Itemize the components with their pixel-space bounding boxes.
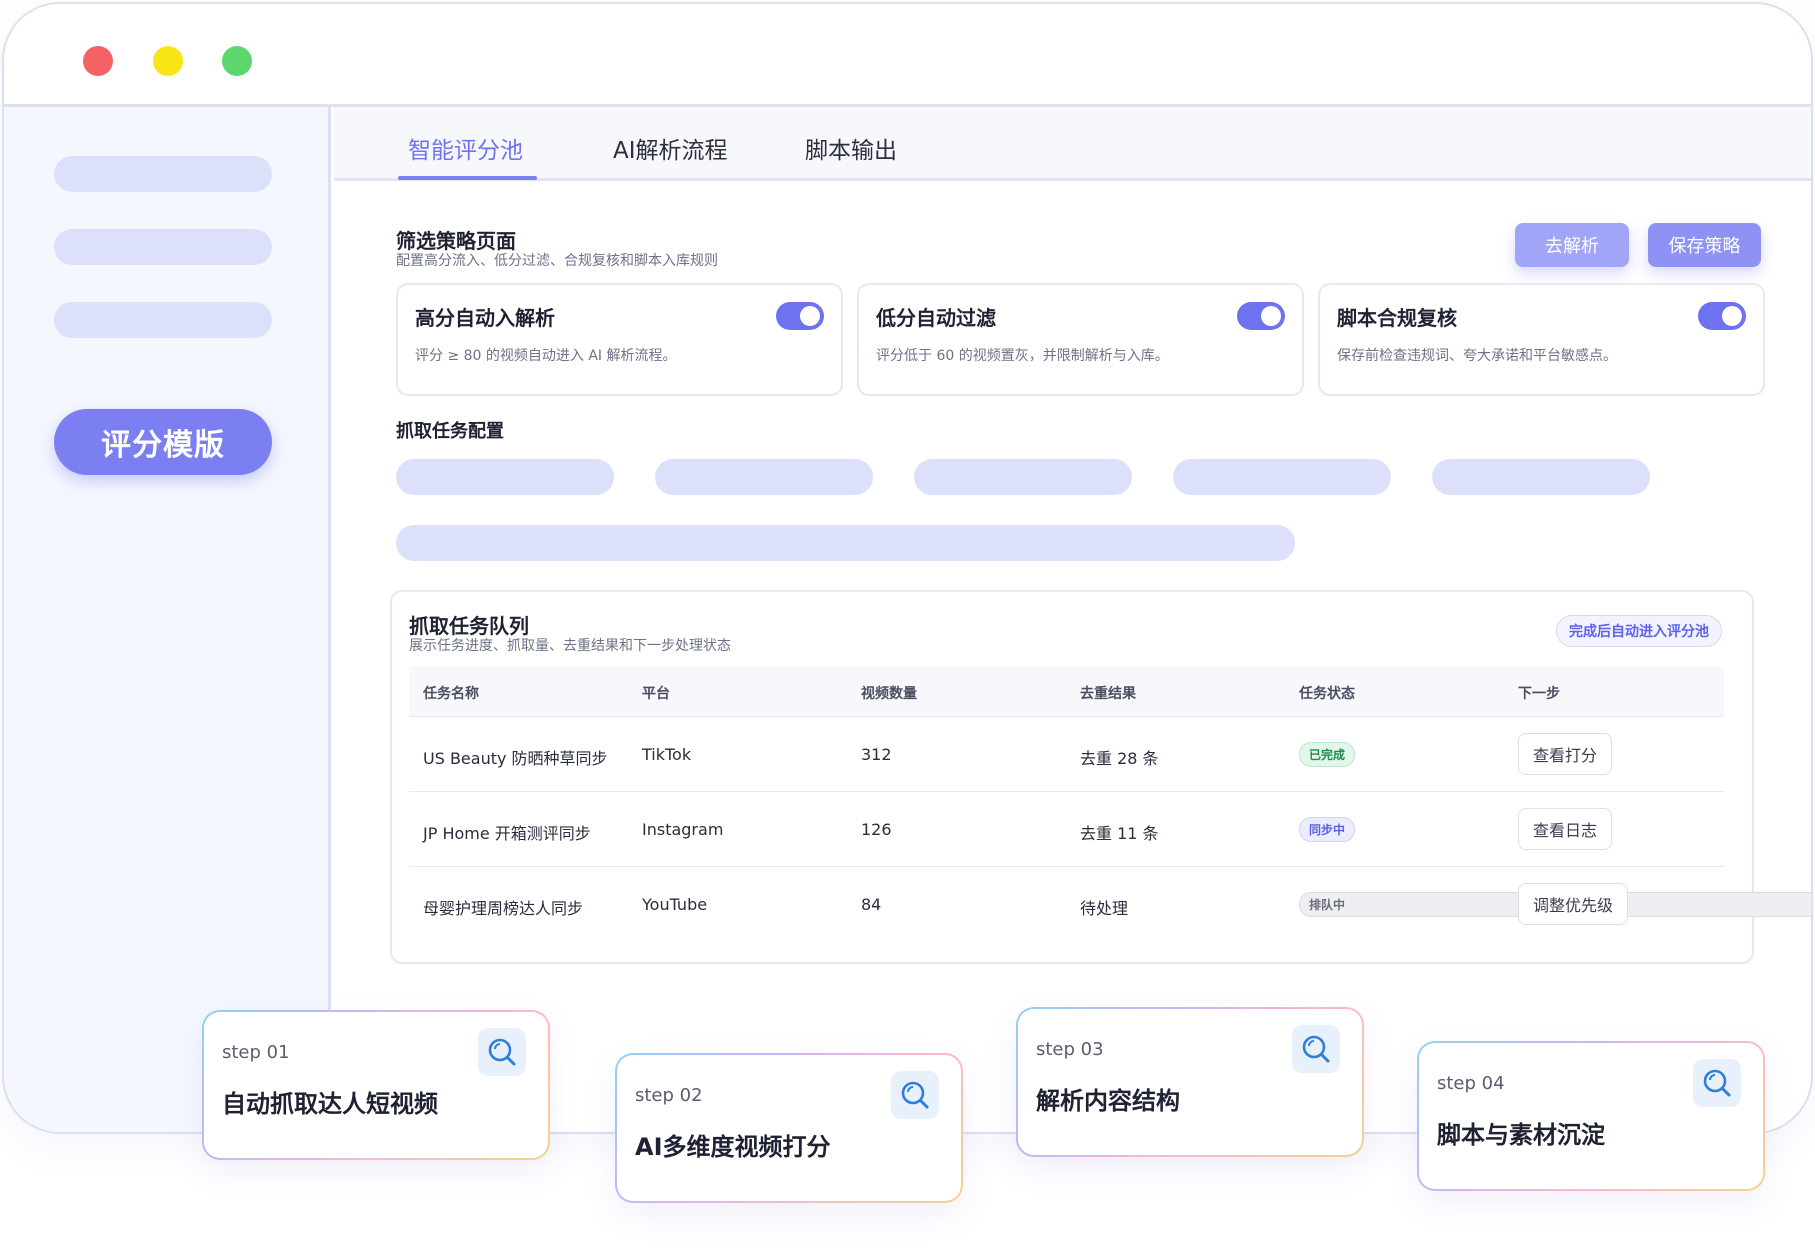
strategy-card-compliance: 脚本合规复核 保存前检查违规词、夸大承诺和平台敏感点。 [1318,283,1765,396]
step-card-03: step 03 解析内容结构 [1016,1007,1364,1157]
strategy-card-title: 高分自动入解析 [415,306,555,330]
step-title: 脚本与素材沉淀 [1437,1121,1605,1149]
search-icon [478,1028,526,1076]
maximize-window-dot[interactable] [222,46,252,76]
view-score-button[interactable]: 查看打分 [1518,733,1613,775]
task-dedup-result: 待处理 [1080,899,1129,918]
sidebar-item-placeholder[interactable] [54,156,272,192]
strategy-subtitle: 配置高分流入、低分过滤、合规复核和脚本入库规则 [396,253,718,269]
table-header: 任务名称 平台 视频数量 去重结果 任务状态 下一步 [409,667,1724,717]
sidebar-item-placeholder[interactable] [54,302,272,338]
task-table: 任务名称 平台 视频数量 去重结果 任务状态 下一步 US Beauty 防晒种… [409,667,1811,942]
table-row: US Beauty 防晒种草同步 TikTok 312 去重 28 条 已完成 … [409,717,1724,792]
high-score-toggle[interactable] [776,302,824,330]
compliance-toggle[interactable] [1698,302,1746,330]
main-content: 智能评分池 AI解析流程 脚本输出 筛选策略页面 配置高分流入、低分过滤、合规复… [334,107,1811,1132]
close-window-dot[interactable] [83,46,113,76]
step-label: step 04 [1437,1073,1505,1094]
strategy-card-desc: 评分 ≥ 80 的视频自动进入 AI 解析流程。 [415,348,677,364]
tab-ai-parse-flow[interactable]: AI解析流程 [613,131,728,165]
config-field-placeholder[interactable] [1173,459,1391,495]
app-window: 评分模版 智能评分池 AI解析流程 脚本输出 筛选策略页面 配置高分流入、低分过… [2,2,1813,1134]
go-parse-button[interactable]: 去解析 [1515,223,1629,267]
strategy-card-high-score: 高分自动入解析 评分 ≥ 80 的视频自动进入 AI 解析流程。 [396,283,843,396]
config-field-placeholder[interactable] [396,459,614,495]
active-tab-indicator [398,176,537,180]
column-header: 任务名称 [423,686,479,702]
tab-bar: 智能评分池 AI解析流程 脚本输出 [334,107,1811,181]
column-header: 平台 [642,686,670,702]
minimize-window-dot[interactable] [153,46,183,76]
task-name: US Beauty 防晒种草同步 [423,749,608,768]
tab-scoring-pool[interactable]: 智能评分池 [408,131,523,165]
config-field-placeholder[interactable] [655,459,873,495]
table-row: 母婴护理周榜达人同步 YouTube 84 待处理 排队中 调整优先级 [409,867,1811,942]
search-icon [1292,1025,1340,1073]
adjust-priority-button[interactable]: 调整优先级 [1518,883,1629,925]
auto-enter-pool-badge: 完成后自动进入评分池 [1556,615,1722,647]
toggle-knob [1261,306,1281,326]
strategy-card-desc: 评分低于 60 的视频置灰，并限制解析与入库。 [876,348,1169,364]
strategy-card-title: 低分自动过滤 [876,306,996,330]
step-card-01: step 01 自动抓取达人短视频 [202,1010,550,1160]
step-card-04: step 04 脚本与素材沉淀 [1417,1041,1765,1191]
step-label: step 01 [222,1042,290,1063]
strategy-card-desc: 保存前检查违规词、夸大承诺和平台敏感点。 [1337,348,1617,364]
task-video-count: 312 [861,745,892,764]
table-row: JP Home 开箱测评同步 Instagram 126 去重 11 条 同步中… [409,792,1724,867]
sidebar-item-placeholder[interactable] [54,229,272,265]
status-badge: 已完成 [1299,742,1356,767]
task-platform: YouTube [642,895,708,914]
strategy-card-low-score: 低分自动过滤 评分低于 60 的视频置灰，并限制解析与入库。 [857,283,1304,396]
title-bar [4,4,1811,107]
config-field-placeholder[interactable] [1432,459,1650,495]
config-field-placeholder[interactable] [914,459,1132,495]
tab-script-output[interactable]: 脚本输出 [805,131,897,165]
column-header: 视频数量 [861,686,917,702]
column-header: 下一步 [1518,686,1560,702]
task-video-count: 126 [861,820,892,839]
step-title: 自动抓取达人短视频 [222,1090,438,1118]
task-dedup-result: 去重 28 条 [1080,749,1159,768]
step-label: step 02 [635,1085,703,1106]
search-icon [1693,1059,1741,1107]
queue-subtitle: 展示任务进度、抓取量、去重结果和下一步处理状态 [409,638,731,654]
config-field-placeholder-wide[interactable] [396,525,1295,561]
toggle-knob [1722,306,1742,326]
task-name: 母婴护理周榜达人同步 [423,899,584,918]
step-title: 解析内容结构 [1036,1087,1180,1115]
column-header: 去重结果 [1080,686,1136,702]
crawl-task-queue: 抓取任务队列 展示任务进度、抓取量、去重结果和下一步处理状态 完成后自动进入评分… [390,590,1811,964]
step-title: AI多维度视频打分 [635,1133,831,1161]
task-dedup-result: 去重 11 条 [1080,824,1159,843]
sidebar-item-scoring-template[interactable]: 评分模版 [54,409,272,475]
status-badge: 同步中 [1299,817,1356,842]
save-strategy-button[interactable]: 保存策略 [1648,223,1761,267]
column-header: 任务状态 [1299,686,1355,702]
sidebar: 评分模版 [4,107,331,1132]
screenshot-stage: 评分模版 智能评分池 AI解析流程 脚本输出 筛选策略页面 配置高分流入、低分过… [0,0,1815,1257]
view-log-button[interactable]: 查看日志 [1518,808,1613,850]
toggle-knob [800,306,820,326]
task-video-count: 84 [861,895,882,914]
task-platform: TikTok [642,745,692,764]
strategy-card-title: 脚本合规复核 [1337,306,1457,330]
step-card-02: step 02 AI多维度视频打分 [615,1053,963,1203]
low-score-toggle[interactable] [1237,302,1285,330]
step-label: step 03 [1036,1039,1104,1060]
crawl-config-title: 抓取任务配置 [396,421,504,442]
search-icon [891,1071,939,1119]
task-platform: Instagram [642,820,724,839]
task-name: JP Home 开箱测评同步 [423,824,591,843]
